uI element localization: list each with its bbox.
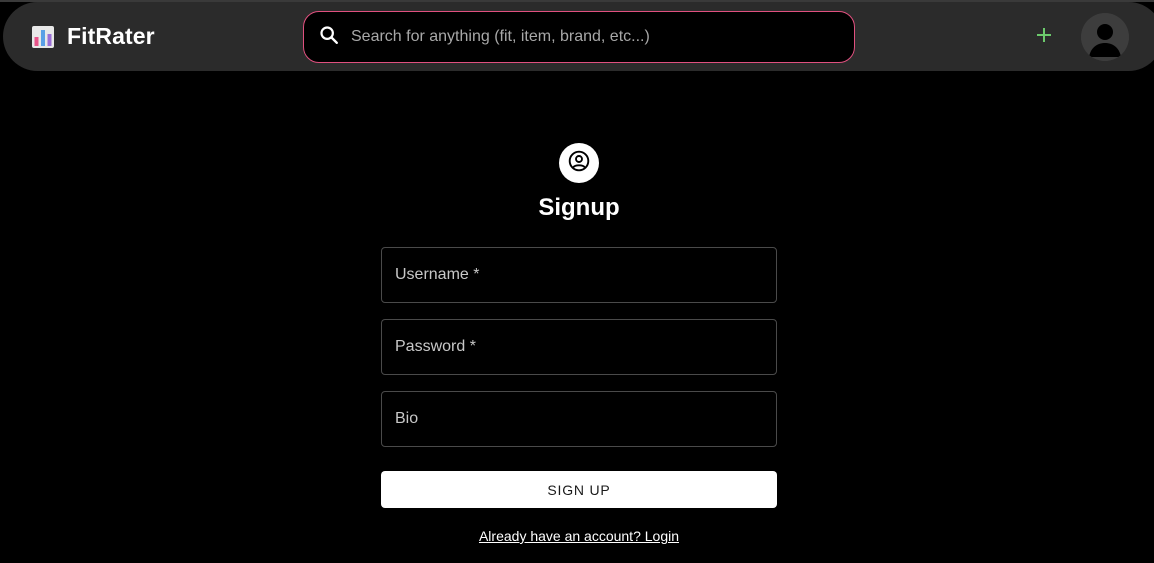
signup-button[interactable]: SIGN UP xyxy=(381,471,777,508)
signup-form: Signup SIGN UP Already have an account? … xyxy=(381,143,777,544)
plus-icon xyxy=(1035,26,1053,49)
avatar-button[interactable] xyxy=(1081,13,1129,61)
form-title: Signup xyxy=(538,194,620,221)
account-circle-icon xyxy=(567,149,591,178)
search-input[interactable] xyxy=(351,12,854,62)
add-button[interactable] xyxy=(1031,24,1057,50)
search-bar[interactable] xyxy=(303,11,855,63)
brand-name: FitRater xyxy=(67,23,155,49)
account-badge xyxy=(559,143,599,183)
login-link[interactable]: Already have an account? Login xyxy=(381,528,777,544)
username-field[interactable] xyxy=(381,247,777,303)
password-field[interactable] xyxy=(381,319,777,375)
bar-chart-icon xyxy=(31,25,55,49)
search-icon xyxy=(304,24,340,51)
brand[interactable]: FitRater xyxy=(31,23,155,50)
bio-field[interactable] xyxy=(381,391,777,447)
password-input[interactable] xyxy=(382,320,776,374)
top-navbar: FitRater xyxy=(3,2,1154,71)
user-avatar-icon xyxy=(1081,13,1129,61)
bio-input[interactable] xyxy=(382,392,776,446)
username-input[interactable] xyxy=(382,248,776,302)
